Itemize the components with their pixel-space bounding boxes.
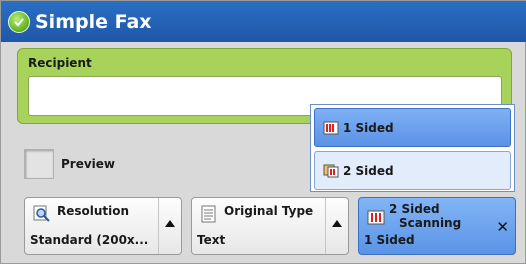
two-sided-title-line1: 2 Sided xyxy=(389,202,440,216)
simple-fax-window: Simple Fax Recipient Preview 1 Sided 2 S… xyxy=(0,0,526,264)
document-icon xyxy=(200,205,218,223)
option-label: 1 Sided xyxy=(343,120,394,135)
resolution-title: Resolution xyxy=(57,204,130,218)
two-sided-icon xyxy=(323,164,339,178)
resolution-value: Standard (200x... xyxy=(30,233,149,247)
preview-checkbox[interactable] xyxy=(24,149,54,179)
original-type-button[interactable]: Original Type Text xyxy=(191,197,349,255)
divider xyxy=(158,198,159,254)
two-sided-title: 2 Sided Scanning xyxy=(389,202,461,230)
option-2-sided[interactable]: 2 Sided xyxy=(314,151,511,190)
recipient-label: Recipient xyxy=(28,56,92,70)
resolution-button[interactable]: Resolution Standard (200x... xyxy=(24,197,182,255)
page-title: Simple Fax xyxy=(35,10,152,33)
up-arrow-icon[interactable] xyxy=(332,220,342,227)
scanning-options-popup: 1 Sided 2 Sided xyxy=(310,104,515,192)
close-icon[interactable]: ✕ xyxy=(496,218,509,236)
title-bar: Simple Fax xyxy=(1,1,526,42)
one-sided-icon xyxy=(323,121,339,135)
one-sided-icon xyxy=(367,210,385,228)
check-circle-icon xyxy=(8,10,30,33)
two-sided-value: 1 Sided xyxy=(364,233,415,247)
divider xyxy=(325,198,326,254)
option-1-sided[interactable]: 1 Sided xyxy=(314,108,511,147)
option-label: 2 Sided xyxy=(343,163,394,178)
magnifier-icon xyxy=(33,205,51,223)
original-type-title: Original Type xyxy=(224,204,314,218)
two-sided-scanning-button[interactable]: 2 Sided Scanning 1 Sided ✕ xyxy=(358,197,516,255)
original-type-value: Text xyxy=(197,233,226,247)
up-arrow-icon[interactable] xyxy=(165,220,175,227)
preview-label: Preview xyxy=(61,157,116,171)
two-sided-title-line2: Scanning xyxy=(399,216,462,230)
